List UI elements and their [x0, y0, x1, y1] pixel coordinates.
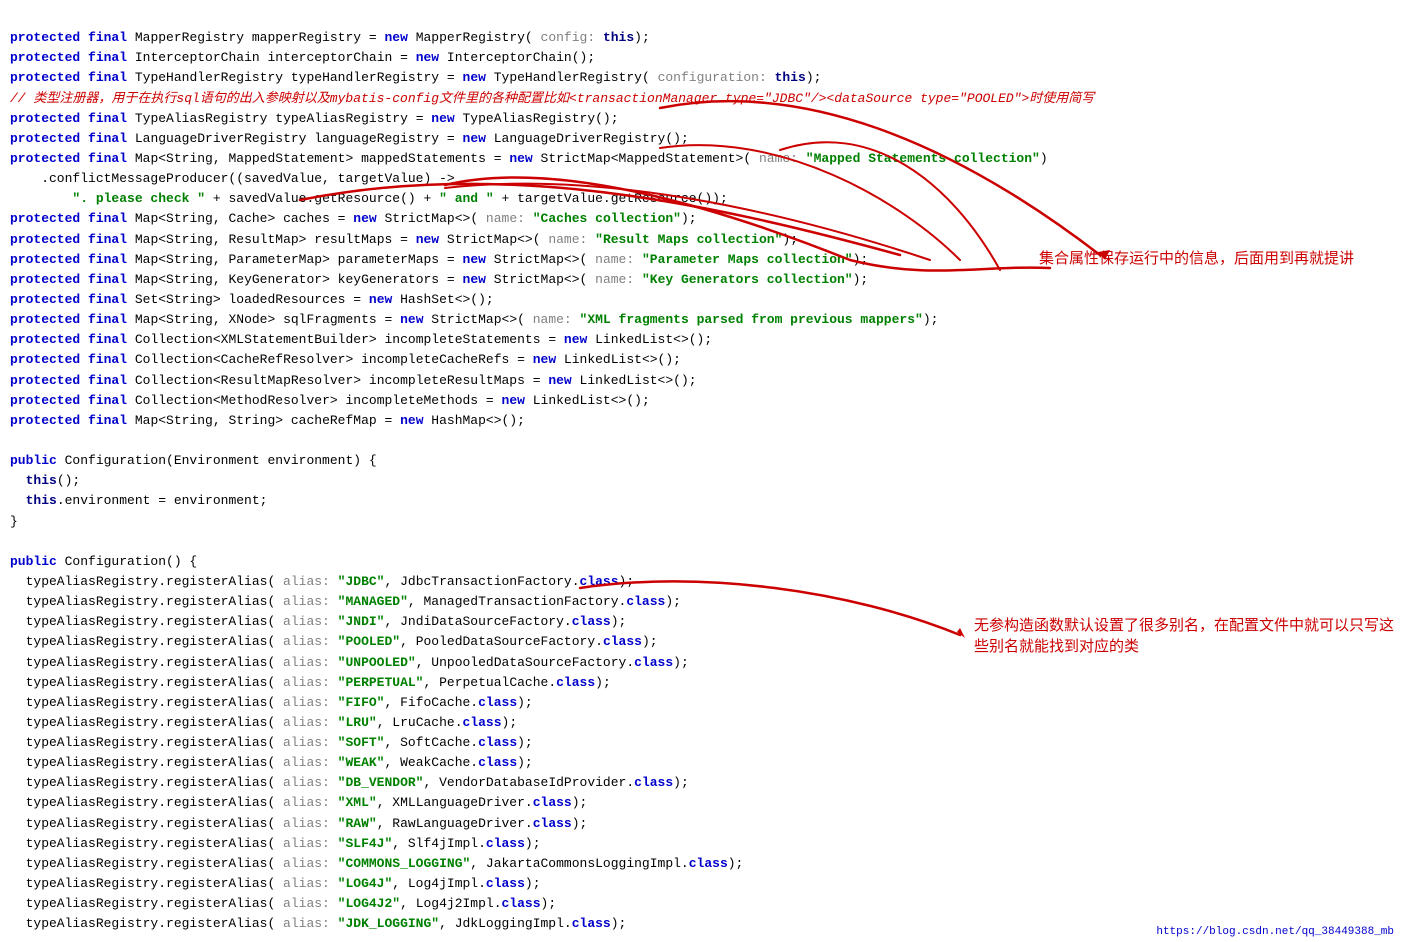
url-text: https://blog.csdn.net/qq_38449388_mb — [1156, 926, 1394, 938]
code-container: protected final MapperRegistry mapperReg… — [0, 0, 1404, 942]
constructor-annotation: 无参构造函数默认设置了很多别名，在配置文件中就可以只写这些别名就能找到对应的类 — [974, 615, 1394, 657]
collection-annotation: 集合属性保存运行中的信息，后面用到再就提讲 — [1039, 248, 1354, 269]
